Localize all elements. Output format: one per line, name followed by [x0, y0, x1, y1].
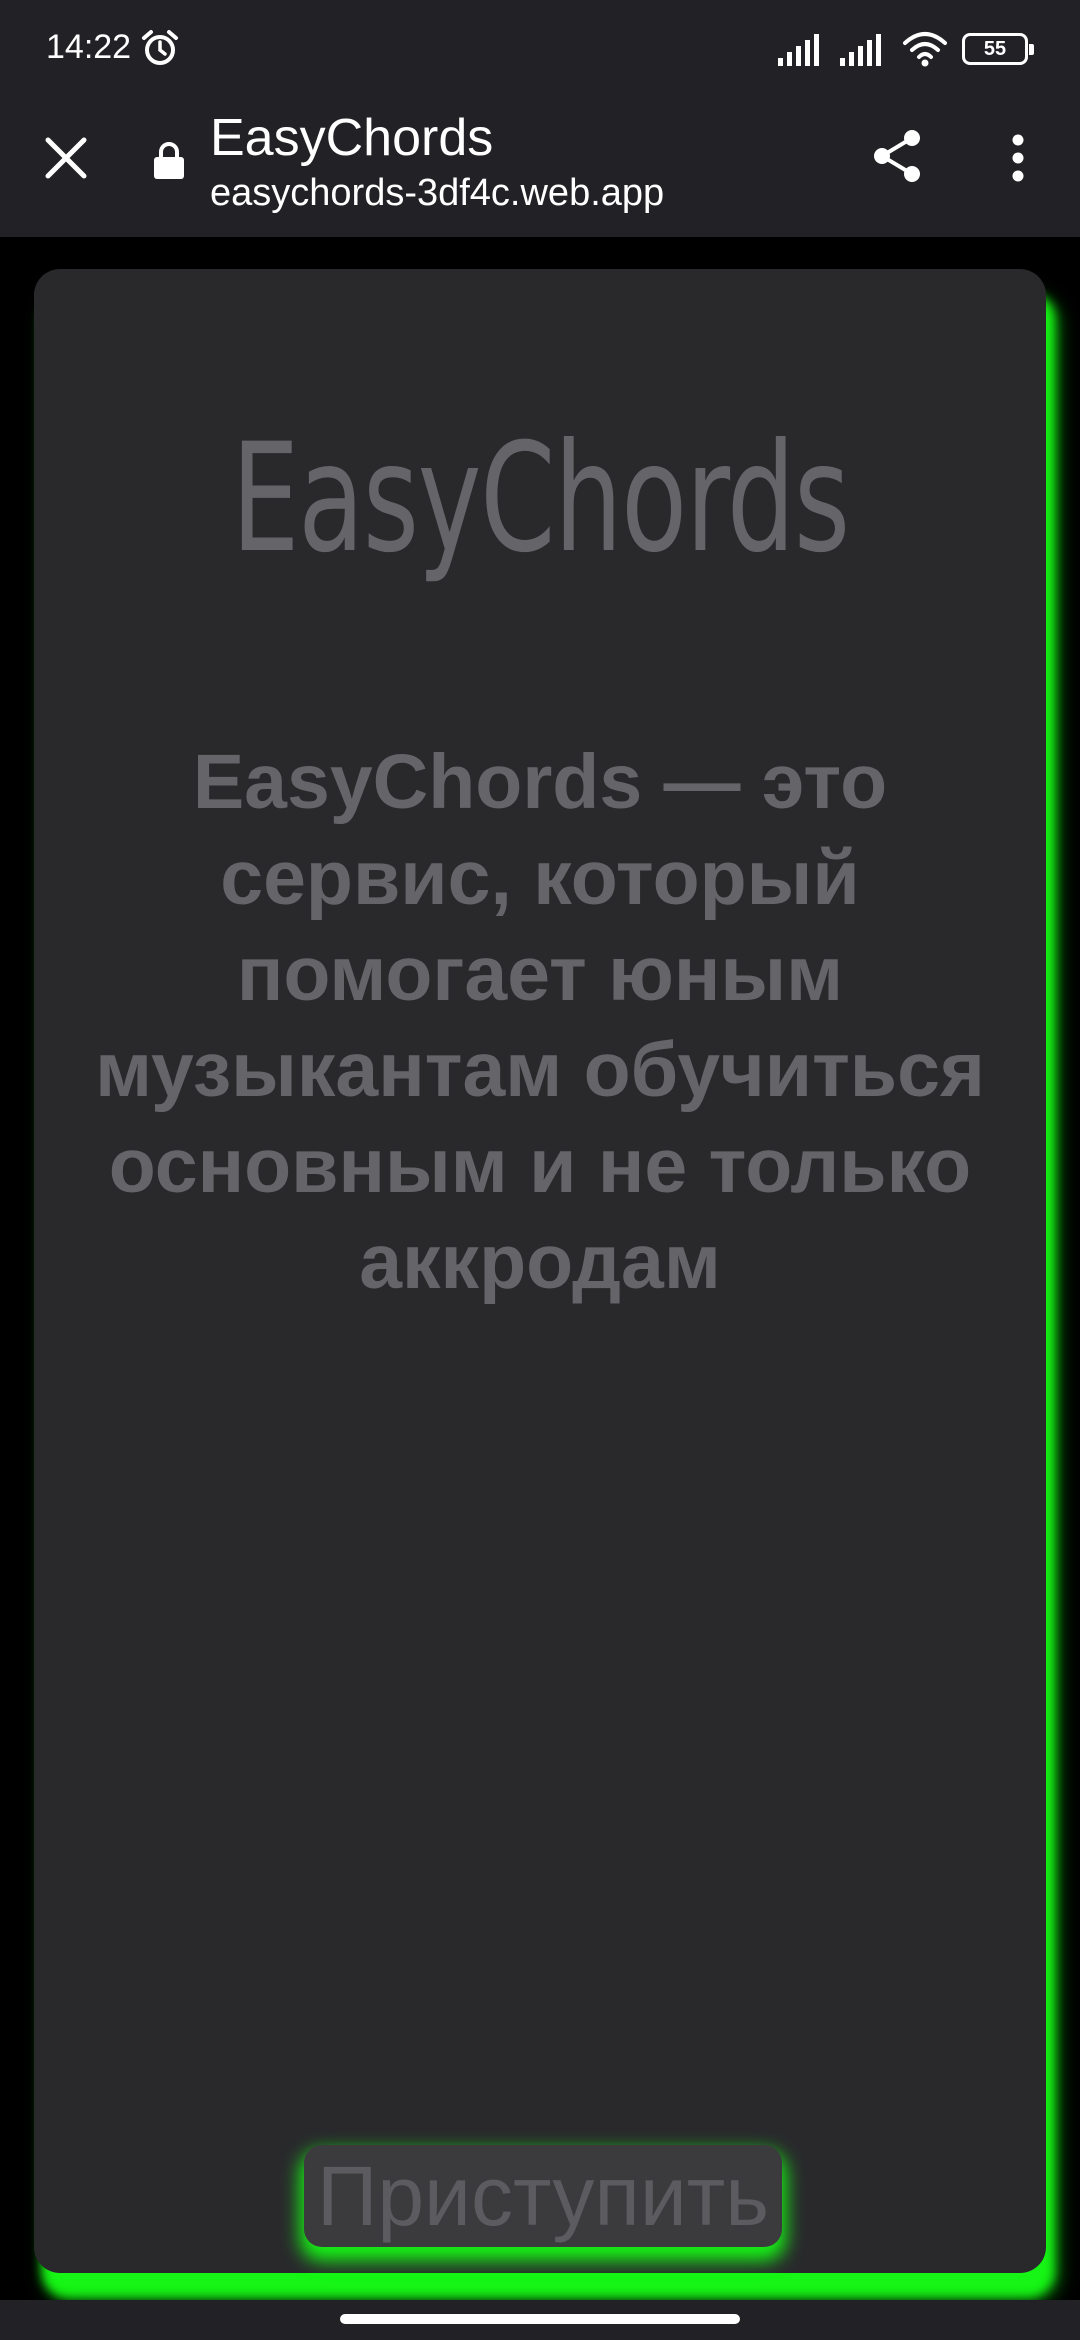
alarm-icon — [142, 30, 178, 65]
page-title: EasyChords — [210, 109, 494, 167]
status-time: 14:22 — [46, 28, 132, 66]
logo: EasyChords — [231, 412, 850, 586]
navigation-bar — [0, 2300, 1080, 2340]
status-icons: 55 — [778, 26, 1034, 72]
status-bar: 14:22 55 — [0, 0, 1080, 100]
intro-card: EasyChords EasyChords — это сервис, кото… — [34, 269, 1046, 2273]
more-vert-icon[interactable] — [990, 128, 1046, 188]
lock-icon — [154, 142, 184, 179]
page-url[interactable]: easychords-3df4c.web.app — [210, 170, 664, 216]
start-button[interactable]: Приступить — [304, 2145, 782, 2247]
home-indicator[interactable] — [340, 2314, 740, 2324]
wifi-icon — [903, 32, 947, 67]
signal-icon — [778, 34, 819, 66]
web-content: EasyChords EasyChords — это сервис, кото… — [0, 237, 1080, 2300]
close-icon[interactable] — [38, 130, 94, 186]
battery-level: 55 — [983, 37, 1007, 60]
browser-toolbar: EasyChords easychords-3df4c.web.app — [0, 100, 1080, 237]
signal-icon — [840, 34, 881, 66]
battery-icon: 55 — [962, 33, 1034, 65]
description-text: EasyChords — это сервис, который помогае… — [95, 739, 985, 1305]
share-icon[interactable] — [868, 126, 928, 186]
